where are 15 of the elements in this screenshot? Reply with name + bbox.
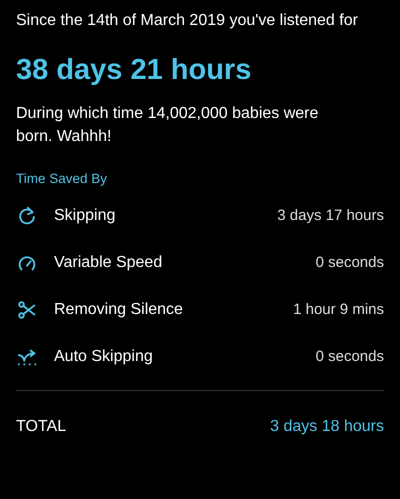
category-label: Auto Skipping — [54, 348, 153, 366]
time-value: 3 days 17 hours — [277, 207, 384, 224]
scissors-icon — [16, 298, 38, 320]
time-value: 0 seconds — [316, 348, 384, 365]
time-value: 0 seconds — [316, 254, 384, 271]
total-value: 3 days 18 hours — [270, 418, 384, 436]
category-label: Skipping — [54, 206, 116, 224]
section-title: Time Saved By — [16, 171, 108, 186]
category-label: Variable Speed — [54, 254, 162, 272]
time-value: 1 hour 9 mins — [293, 301, 384, 318]
intro-text: Since the 14th of March 2019 you've listened for — [16, 11, 359, 31]
fact-text: During which time 14,002,000 babies were born. Wahhh! — [16, 104, 320, 147]
total-label: TOTAL — [16, 418, 66, 436]
listening-time: 38 days 21 hours — [16, 53, 252, 88]
category-label: Removing Silence — [54, 300, 183, 318]
